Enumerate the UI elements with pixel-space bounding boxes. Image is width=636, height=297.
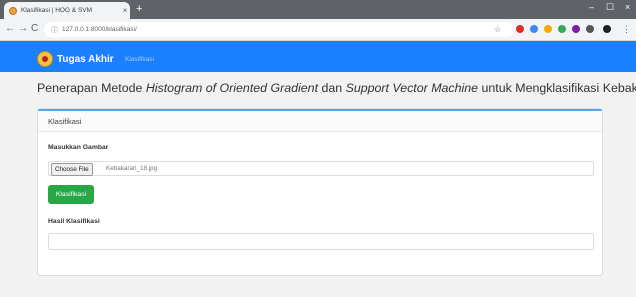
bookmark-star-icon[interactable]: ☆	[494, 25, 501, 34]
page-title: Penerapan Metode Histogram of Oriented G…	[37, 81, 636, 95]
reload-button[interactable]: C	[31, 23, 38, 34]
card-header-title: Klasifikasi	[48, 117, 82, 126]
maximize-button[interactable]: ☐	[606, 2, 614, 13]
brand-logo-icon	[37, 51, 53, 67]
classification-card: Klasifikasi Masukkan Gambar Choose File …	[37, 108, 603, 276]
result-label: Hasil Klasifikasi	[48, 218, 100, 225]
extension-icon[interactable]	[586, 25, 594, 33]
forward-button[interactable]: →	[18, 23, 28, 34]
browser-tab[interactable]: Klasifikasi | HOG & SVM ×	[4, 2, 130, 19]
result-output	[48, 233, 594, 250]
close-window-button[interactable]: ×	[625, 2, 630, 12]
title-part: untuk Mengklasifikasi Kebakaran	[481, 81, 636, 95]
profile-icon[interactable]	[603, 25, 611, 33]
file-input[interactable]: Choose File Kebakaran_18.jpg	[48, 161, 594, 176]
title-part: dan	[318, 81, 346, 95]
browser-menu-icon[interactable]: ⋮	[622, 24, 631, 35]
selected-file-name: Kebakaran_18.jpg	[106, 165, 158, 172]
title-part: Penerapan Metode	[37, 81, 146, 95]
tab-close-icon[interactable]: ×	[120, 6, 130, 15]
browser-toolbar: ← → C ⓘ 127.0.0.1:8000/klasifikasi/ ☆ ⋮	[0, 19, 636, 41]
title-part-italic: Support Vector Machine	[345, 81, 479, 95]
card-header: Klasifikasi	[38, 111, 602, 132]
extension-icon[interactable]	[572, 25, 580, 33]
back-button[interactable]: ←	[5, 23, 15, 34]
image-input-label: Masukkan Gambar	[48, 144, 109, 151]
nav-link-klasifikasi[interactable]: Klasifikasi	[125, 56, 154, 63]
favicon-icon	[9, 6, 17, 15]
extension-icon[interactable]	[530, 25, 538, 33]
extension-icon[interactable]	[544, 25, 552, 33]
choose-file-button[interactable]: Choose File	[51, 163, 93, 176]
url-text: 127.0.0.1:8000/klasifikasi/	[62, 26, 137, 33]
address-bar[interactable]: ⓘ 127.0.0.1:8000/klasifikasi/	[44, 22, 514, 37]
site-info-icon[interactable]: ⓘ	[51, 25, 58, 35]
tab-title: Klasifikasi | HOG & SVM	[21, 7, 93, 14]
navbar-brand[interactable]: Tugas Akhir	[57, 54, 114, 65]
extension-icon[interactable]	[516, 25, 524, 33]
title-part-italic: Histogram of Oriented Gradient	[145, 81, 319, 95]
classify-button[interactable]: Klasifikasi	[48, 185, 94, 204]
new-tab-button[interactable]: +	[136, 3, 142, 15]
extension-icon[interactable]	[558, 25, 566, 33]
browser-tab-strip: Klasifikasi | HOG & SVM × + – ☐ ×	[0, 0, 636, 19]
minimize-button[interactable]: –	[589, 2, 594, 12]
